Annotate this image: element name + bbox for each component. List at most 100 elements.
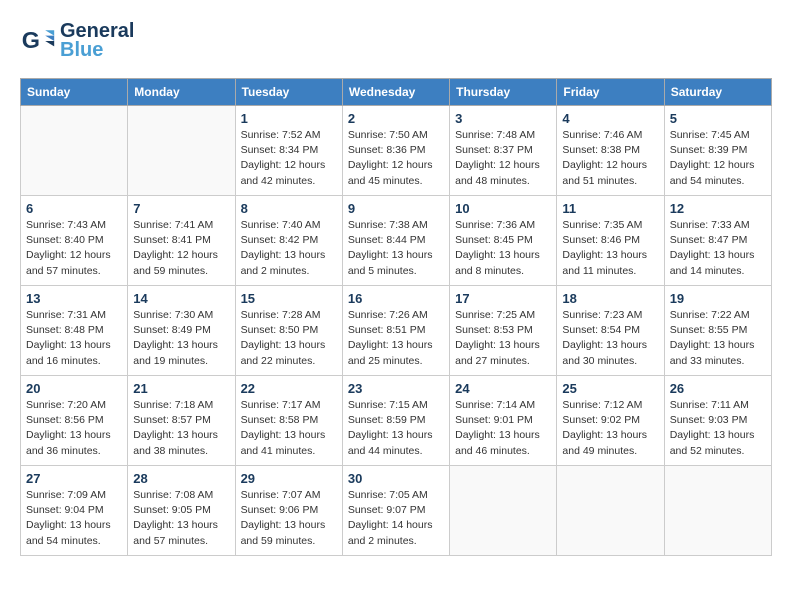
day-number: 28 bbox=[133, 471, 229, 486]
day-number: 4 bbox=[562, 111, 658, 126]
calendar-week-row: 20 Sunrise: 7:20 AM Sunset: 8:56 PM Dayli… bbox=[21, 376, 772, 466]
day-number: 6 bbox=[26, 201, 122, 216]
day-info: Sunrise: 7:40 AM Sunset: 8:42 PM Dayligh… bbox=[241, 218, 337, 279]
day-number: 20 bbox=[26, 381, 122, 396]
day-number: 1 bbox=[241, 111, 337, 126]
day-number: 22 bbox=[241, 381, 337, 396]
day-number: 3 bbox=[455, 111, 551, 126]
day-info: Sunrise: 7:26 AM Sunset: 8:51 PM Dayligh… bbox=[348, 308, 444, 369]
calendar-table: SundayMondayTuesdayWednesdayThursdayFrid… bbox=[20, 78, 772, 556]
day-number: 21 bbox=[133, 381, 229, 396]
day-number: 26 bbox=[670, 381, 766, 396]
calendar-cell: 11 Sunrise: 7:35 AM Sunset: 8:46 PM Dayli… bbox=[557, 196, 664, 286]
day-number: 2 bbox=[348, 111, 444, 126]
day-number: 17 bbox=[455, 291, 551, 306]
calendar-cell bbox=[21, 106, 128, 196]
calendar-week-row: 13 Sunrise: 7:31 AM Sunset: 8:48 PM Dayli… bbox=[21, 286, 772, 376]
day-info: Sunrise: 7:20 AM Sunset: 8:56 PM Dayligh… bbox=[26, 398, 122, 459]
day-number: 10 bbox=[455, 201, 551, 216]
day-number: 5 bbox=[670, 111, 766, 126]
calendar-cell: 24 Sunrise: 7:14 AM Sunset: 9:01 PM Dayli… bbox=[450, 376, 557, 466]
calendar-cell: 19 Sunrise: 7:22 AM Sunset: 8:55 PM Dayli… bbox=[664, 286, 771, 376]
day-number: 29 bbox=[241, 471, 337, 486]
day-info: Sunrise: 7:52 AM Sunset: 8:34 PM Dayligh… bbox=[241, 128, 337, 189]
day-number: 24 bbox=[455, 381, 551, 396]
calendar-cell: 25Sunrise: 7:12 AM Sunset: 9:02 PM Dayli… bbox=[557, 376, 664, 466]
day-number: 27 bbox=[26, 471, 122, 486]
day-info: Sunrise: 7:48 AM Sunset: 8:37 PM Dayligh… bbox=[455, 128, 551, 189]
calendar-cell: 26 Sunrise: 7:11 AM Sunset: 9:03 PM Dayli… bbox=[664, 376, 771, 466]
day-number: 14 bbox=[133, 291, 229, 306]
day-number: 25 bbox=[562, 381, 658, 396]
day-info: Sunrise: 7:15 AM Sunset: 8:59 PM Dayligh… bbox=[348, 398, 444, 459]
day-number: 15 bbox=[241, 291, 337, 306]
calendar-cell: 13 Sunrise: 7:31 AM Sunset: 8:48 PM Dayli… bbox=[21, 286, 128, 376]
day-info: Sunrise: 7:31 AM Sunset: 8:48 PM Dayligh… bbox=[26, 308, 122, 369]
day-info: Sunrise: 7:07 AM Sunset: 9:06 PM Dayligh… bbox=[241, 488, 337, 549]
calendar-cell: 27 Sunrise: 7:09 AM Sunset: 9:04 PM Dayli… bbox=[21, 466, 128, 556]
day-number: 9 bbox=[348, 201, 444, 216]
day-info: Sunrise: 7:23 AM Sunset: 8:54 PM Dayligh… bbox=[562, 308, 658, 369]
day-info: Sunrise: 7:18 AM Sunset: 8:57 PM Dayligh… bbox=[133, 398, 229, 459]
day-number: 18 bbox=[562, 291, 658, 306]
calendar-cell: 1 Sunrise: 7:52 AM Sunset: 8:34 PM Daylig… bbox=[235, 106, 342, 196]
day-info: Sunrise: 7:41 AM Sunset: 8:41 PM Dayligh… bbox=[133, 218, 229, 279]
calendar-cell: 15Sunrise: 7:28 AM Sunset: 8:50 PM Dayli… bbox=[235, 286, 342, 376]
calendar-cell: 21 Sunrise: 7:18 AM Sunset: 8:57 PM Dayli… bbox=[128, 376, 235, 466]
calendar-cell bbox=[664, 466, 771, 556]
day-info: Sunrise: 7:43 AM Sunset: 8:40 PM Dayligh… bbox=[26, 218, 122, 279]
calendar-cell: 2 Sunrise: 7:50 AM Sunset: 8:36 PM Daylig… bbox=[342, 106, 449, 196]
calendar-cell: 16 Sunrise: 7:26 AM Sunset: 8:51 PM Dayli… bbox=[342, 286, 449, 376]
day-info: Sunrise: 7:36 AM Sunset: 8:45 PM Dayligh… bbox=[455, 218, 551, 279]
calendar-cell: 28 Sunrise: 7:08 AM Sunset: 9:05 PM Dayli… bbox=[128, 466, 235, 556]
day-number: 16 bbox=[348, 291, 444, 306]
calendar-cell: 10 Sunrise: 7:36 AM Sunset: 8:45 PM Dayli… bbox=[450, 196, 557, 286]
calendar-cell bbox=[557, 466, 664, 556]
weekday-header: Wednesday bbox=[342, 79, 449, 106]
calendar-cell: 6 Sunrise: 7:43 AM Sunset: 8:40 PM Daylig… bbox=[21, 196, 128, 286]
calendar-cell: 30 Sunrise: 7:05 AM Sunset: 9:07 PM Dayli… bbox=[342, 466, 449, 556]
calendar-week-row: 1 Sunrise: 7:52 AM Sunset: 8:34 PM Daylig… bbox=[21, 106, 772, 196]
weekday-header: Sunday bbox=[21, 79, 128, 106]
day-number: 7 bbox=[133, 201, 229, 216]
calendar-cell: 9 Sunrise: 7:38 AM Sunset: 8:44 PM Daylig… bbox=[342, 196, 449, 286]
weekday-header: Monday bbox=[128, 79, 235, 106]
calendar-week-row: 6 Sunrise: 7:43 AM Sunset: 8:40 PM Daylig… bbox=[21, 196, 772, 286]
calendar-cell bbox=[450, 466, 557, 556]
day-info: Sunrise: 7:05 AM Sunset: 9:07 PM Dayligh… bbox=[348, 488, 444, 549]
calendar-week-row: 27 Sunrise: 7:09 AM Sunset: 9:04 PM Dayli… bbox=[21, 466, 772, 556]
day-info: Sunrise: 7:08 AM Sunset: 9:05 PM Dayligh… bbox=[133, 488, 229, 549]
day-info: Sunrise: 7:09 AM Sunset: 9:04 PM Dayligh… bbox=[26, 488, 122, 549]
calendar-cell: 4 Sunrise: 7:46 AM Sunset: 8:38 PM Daylig… bbox=[557, 106, 664, 196]
calendar-header-row: SundayMondayTuesdayWednesdayThursdayFrid… bbox=[21, 79, 772, 106]
weekday-header: Thursday bbox=[450, 79, 557, 106]
day-number: 12 bbox=[670, 201, 766, 216]
page-header: G General Blue bbox=[20, 20, 772, 62]
day-number: 19 bbox=[670, 291, 766, 306]
weekday-header: Tuesday bbox=[235, 79, 342, 106]
day-info: Sunrise: 7:45 AM Sunset: 8:39 PM Dayligh… bbox=[670, 128, 766, 189]
calendar-cell: 14Sunrise: 7:30 AM Sunset: 8:49 PM Dayli… bbox=[128, 286, 235, 376]
day-info: Sunrise: 7:11 AM Sunset: 9:03 PM Dayligh… bbox=[670, 398, 766, 459]
day-info: Sunrise: 7:22 AM Sunset: 8:55 PM Dayligh… bbox=[670, 308, 766, 369]
day-info: Sunrise: 7:50 AM Sunset: 8:36 PM Dayligh… bbox=[348, 128, 444, 189]
day-info: Sunrise: 7:14 AM Sunset: 9:01 PM Dayligh… bbox=[455, 398, 551, 459]
day-number: 11 bbox=[562, 201, 658, 216]
calendar-cell: 29 Sunrise: 7:07 AM Sunset: 9:06 PM Dayli… bbox=[235, 466, 342, 556]
calendar-cell: 22Sunrise: 7:17 AM Sunset: 8:58 PM Dayli… bbox=[235, 376, 342, 466]
day-info: Sunrise: 7:38 AM Sunset: 8:44 PM Dayligh… bbox=[348, 218, 444, 279]
day-number: 8 bbox=[241, 201, 337, 216]
day-number: 23 bbox=[348, 381, 444, 396]
day-info: Sunrise: 7:35 AM Sunset: 8:46 PM Dayligh… bbox=[562, 218, 658, 279]
svg-text:G: G bbox=[22, 27, 40, 53]
weekday-header: Friday bbox=[557, 79, 664, 106]
calendar-cell: 7 Sunrise: 7:41 AM Sunset: 8:41 PM Daylig… bbox=[128, 196, 235, 286]
calendar-cell: 3 Sunrise: 7:48 AM Sunset: 8:37 PM Daylig… bbox=[450, 106, 557, 196]
logo: G General Blue bbox=[20, 20, 134, 62]
weekday-header: Saturday bbox=[664, 79, 771, 106]
calendar-cell: 8 Sunrise: 7:40 AM Sunset: 8:42 PM Daylig… bbox=[235, 196, 342, 286]
day-number: 30 bbox=[348, 471, 444, 486]
day-number: 13 bbox=[26, 291, 122, 306]
calendar-cell: 20 Sunrise: 7:20 AM Sunset: 8:56 PM Dayli… bbox=[21, 376, 128, 466]
day-info: Sunrise: 7:46 AM Sunset: 8:38 PM Dayligh… bbox=[562, 128, 658, 189]
